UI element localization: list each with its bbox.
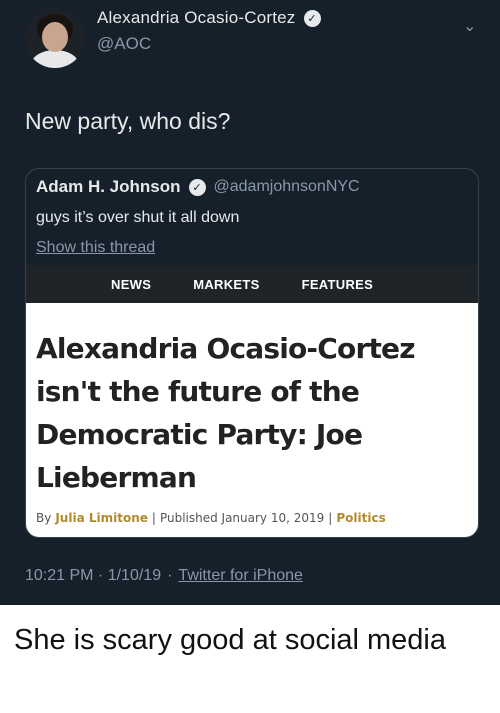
verified-badge-icon: ✓ [188, 178, 206, 196]
byline-prefix: By [36, 511, 52, 525]
byline-author: Julia Limitone [55, 511, 148, 525]
quoted-tweet[interactable]: Adam H. Johnson ✓ @adamjohnsonNYC guys i… [25, 168, 479, 538]
chevron-down-icon[interactable]: ⌄ [463, 16, 476, 36]
quoted-author-row: Adam H. Johnson ✓ @adamjohnsonNYC [36, 177, 360, 197]
avatar[interactable] [25, 8, 85, 68]
avatar-body-shape [31, 50, 79, 68]
author-handle[interactable]: @AOC [97, 34, 151, 54]
tweet-meta: 10:21 PM · 1/10/19 · Twitter for iPhone [25, 567, 303, 585]
byline-divider: | [151, 511, 156, 525]
byline-section: Politics [336, 511, 386, 525]
nav-item-news: NEWS [111, 276, 152, 292]
byline-published: Published January 10, 2019 [159, 511, 325, 525]
tweet-card: Alexandria Ocasio-Cortez ✓ @AOC ⌄ New pa… [0, 0, 500, 605]
quoted-tweet-text: guys it’s over shut it all down [36, 209, 240, 226]
quoted-display-name: Adam H. Johnson [36, 177, 181, 196]
article-nav-bar: NEWS MARKETS FEATURES [26, 265, 478, 303]
meta-separator: · [167, 567, 173, 584]
nav-item-features: FEATURES [301, 276, 374, 292]
byline-divider: | [328, 511, 333, 525]
show-thread-link[interactable]: Show this thread [36, 239, 155, 257]
article-headline: Alexandria Ocasio-Cortez isn't the futur… [36, 332, 416, 494]
verified-badge-icon: ✓ [303, 9, 321, 27]
nav-item-markets: MARKETS [193, 276, 260, 292]
author-display-name[interactable]: Alexandria Ocasio-Cortez [97, 8, 296, 28]
tweet-timestamp[interactable]: 10:21 PM · 1/10/19 [25, 567, 161, 585]
avatar-face-shape [42, 22, 68, 52]
quoted-handle: @adamjohnsonNYC [213, 178, 360, 195]
tweet-text: New party, who dis? [25, 108, 231, 134]
meme-caption: She is scary good at social media [14, 624, 446, 656]
tweet-source-link[interactable]: Twitter for iPhone [178, 567, 303, 585]
article-card[interactable]: NEWS MARKETS FEATURES Alexandria Ocasio-… [26, 265, 478, 537]
author-name-row: Alexandria Ocasio-Cortez ✓ [97, 6, 321, 30]
article-byline: By Julia Limitone | Published January 10… [36, 511, 386, 525]
